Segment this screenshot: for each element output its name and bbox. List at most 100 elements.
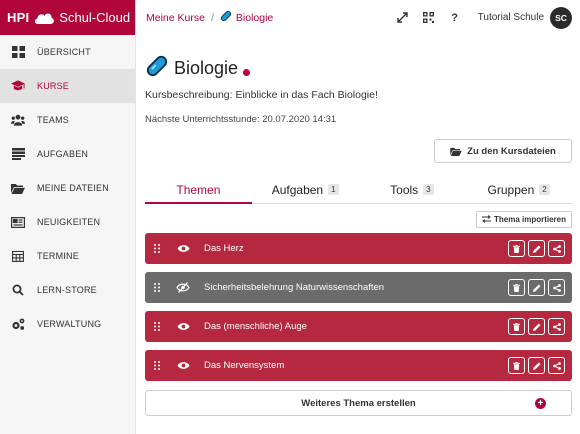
sidebar-item-teams[interactable]: TEAMS [0,103,135,137]
drag-handle-icon[interactable] [152,244,162,253]
delete-icon[interactable] [508,318,525,335]
cloud-icon [33,11,55,25]
capsule-icon [220,10,232,25]
topic-name[interactable]: Sicherheitsbelehrung Naturwissenschaften [204,282,505,293]
exchange-icon [481,214,491,225]
sidebar-item-label: TERMINE [37,251,79,261]
breadcrumb-current[interactable]: Biologie [220,10,273,25]
create-topic-button[interactable]: Weiteres Thema erstellen + [145,390,572,416]
count-badge: 2 [539,184,550,195]
tab-gruppen[interactable]: Gruppen 2 [465,176,572,203]
share-icon[interactable] [548,240,565,257]
tab-themen[interactable]: Themen [145,176,252,204]
sidebar-item-label: ÜBERSICHT [37,47,91,57]
topic-list: Das Herz Sicherheitsbelehrung Naturwisse… [145,233,572,381]
topic-actions [505,240,565,257]
count-badge: 1 [328,184,339,195]
tab-aufgaben[interactable]: Aufgaben 1 [252,176,359,203]
sidebar-item-lern-store[interactable]: LERN-STORE [0,273,135,307]
edit-icon[interactable] [528,240,545,257]
brand-logo[interactable]: HPI Schul-Cloud [0,0,135,35]
drag-handle-icon[interactable] [152,361,162,370]
brand-name: Schul-Cloud [59,10,131,25]
share-icon[interactable] [548,318,565,335]
avatar[interactable]: SC [550,6,572,29]
tab-label: Gruppen [487,182,535,197]
eye-icon[interactable] [176,361,190,370]
course-tabs: Themen Aufgaben 1 Tools 3 Gruppen 2 [145,176,572,204]
cogs-icon [11,317,25,331]
sidebar-item-neuigkeiten[interactable]: NEUIGKEITEN [0,205,135,239]
breadcrumb-parent[interactable]: Meine Kurse [146,12,205,24]
help-icon[interactable]: ? [444,7,466,29]
qr-code-icon[interactable] [418,7,440,29]
sidebar-item-aufgaben[interactable]: AUFGABEN [0,137,135,171]
dashboard-icon [11,45,25,59]
sidebar-item-kurse[interactable]: KURSE [0,69,135,103]
count-badge: 3 [423,184,434,195]
sidebar-item-label: AUFGABEN [37,149,89,159]
sidebar-item-label: KURSE [37,81,70,91]
sidebar-item-verwaltung[interactable]: VERWALTUNG [0,307,135,341]
sidebar-item-label: TEAMS [37,115,70,125]
eye-slash-icon[interactable] [176,282,190,293]
newspaper-icon [11,215,25,229]
folder-open-icon [450,147,462,156]
delete-icon[interactable] [508,357,525,374]
topic-row[interactable]: Das (menschliche) Auge [145,311,572,342]
breadcrumb-separator: / [210,11,214,24]
sidebar-item-label: NEUIGKEITEN [37,217,101,227]
topic-actions [505,357,565,374]
tab-tools[interactable]: Tools 3 [359,176,466,203]
drag-handle-icon[interactable] [152,322,162,331]
delete-icon[interactable] [508,279,525,296]
course-files-button[interactable]: Zu den Kursdateien [434,139,572,163]
sidebar-nav: ÜBERSICHT KURSE TEAMS AUFGABEN MEINE DAT… [0,35,135,341]
topic-name[interactable]: Das Herz [204,243,505,254]
next-lesson-info: Nächste Unterrichtsstunde: 20.07.2020 14… [145,114,337,125]
tab-label: Aufgaben [271,182,324,197]
edit-icon[interactable] [528,318,545,335]
eye-icon[interactable] [176,244,190,253]
fullscreen-icon[interactable] [392,7,414,29]
sidebar-item-meine-dateien[interactable]: MEINE DATEIEN [0,171,135,205]
drag-handle-icon[interactable] [152,283,162,292]
course-main: Biologie Kursbeschreibung: Einblicke in … [136,35,580,434]
page-title: Biologie [174,58,239,78]
import-topic-label: Thema importieren [493,215,566,224]
files-row: Zu den Kursdateien [145,139,572,163]
topbar: Meine Kurse / Biologie ? Tutorial Schule… [136,0,580,35]
delete-icon[interactable] [508,240,525,257]
sidebar-item-label: MEINE DATEIEN [37,183,109,193]
topic-name[interactable]: Das (menschliche) Auge [204,321,505,332]
folder-icon [11,181,25,195]
brand-hpi: HPI [7,10,30,25]
create-topic-label: Weiteres Thema erstellen [301,397,416,409]
eye-icon[interactable] [176,322,190,331]
sidebar-item-termine[interactable]: TERMINE [0,239,135,273]
edit-icon[interactable] [528,279,545,296]
course-title-row: Biologie [145,54,572,83]
calendar-icon [11,249,25,263]
topic-row[interactable]: Sicherheitsbelehrung Naturwissenschaften [145,272,572,303]
share-icon[interactable] [548,357,565,374]
course-settings-icon[interactable] [243,68,251,76]
sidebar-item-uebersicht[interactable]: ÜBERSICHT [0,35,135,69]
sidebar-item-label: LERN-STORE [37,285,97,295]
graduation-cap-icon [11,79,25,93]
tasks-icon [11,147,25,161]
topic-name[interactable]: Das Nervensystem [204,360,505,371]
course-files-label: Zu den Kursdateien [467,145,556,157]
import-topic-button[interactable]: Thema importieren [475,211,572,228]
topic-row[interactable]: Das Nervensystem [145,350,572,381]
plus-circle-icon: + [535,398,546,409]
search-icon [11,283,25,297]
tab-label: Tools [390,182,419,197]
tab-label: Themen [176,182,221,197]
topic-row[interactable]: Das Herz [145,233,572,264]
share-icon[interactable] [548,279,565,296]
user-name[interactable]: Tutorial Schule [478,12,544,23]
app-root: HPI Schul-Cloud ÜBERSICHT KURSE TEAMS AU… [0,0,580,434]
topic-actions [505,318,565,335]
edit-icon[interactable] [528,357,545,374]
